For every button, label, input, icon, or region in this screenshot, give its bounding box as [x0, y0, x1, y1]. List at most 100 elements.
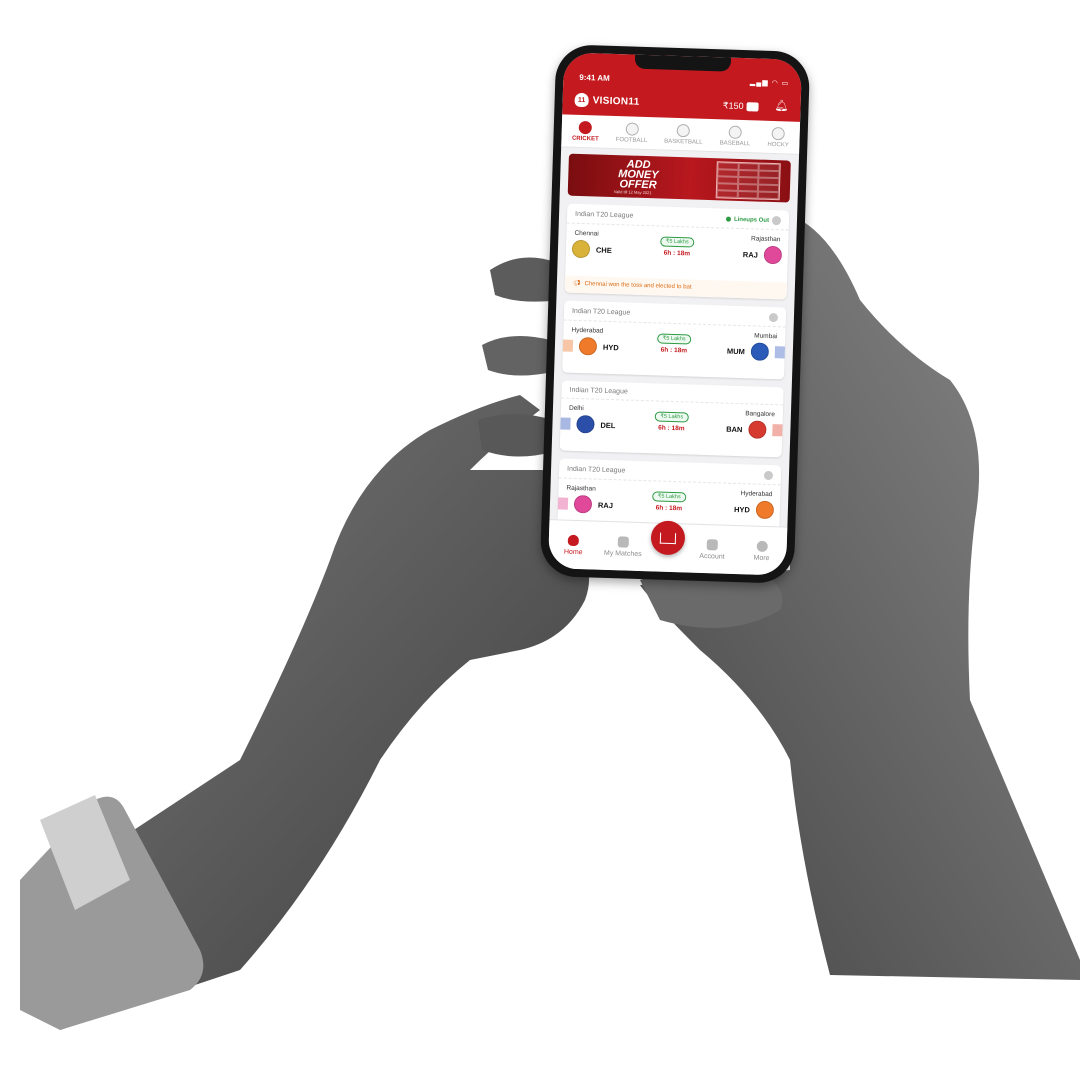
home-team-name: Delhi [568, 404, 584, 413]
match-card-body: Delhi DEL ₹5 Lakhs 6h : 18m Bangalore BA… [560, 398, 784, 457]
megaphone-icon: 📢︎ [572, 280, 581, 288]
banner-subtitle: Valid till 12 May 2021 [613, 189, 652, 196]
home-team: Hyderabad HYD [562, 326, 642, 357]
podium-icon [659, 532, 677, 544]
home-team: Chennai CHE [566, 230, 645, 260]
team-badge-icon [573, 494, 593, 514]
home-team-code: DEL [600, 420, 616, 430]
home-team: Rajasthan RAJ [557, 484, 637, 514]
away-team-code: RAJ [742, 249, 759, 260]
wallet-icon [746, 102, 759, 112]
nav-label: My Matches [603, 549, 642, 558]
status-time: 9:41 AM [579, 72, 610, 83]
banner-offer-table [715, 161, 781, 201]
match-card[interactable]: Indian T20 League Delhi DEL ₹5 Lakhs 6h … [559, 380, 784, 458]
basketball-icon [677, 123, 691, 137]
nav-label: Account [699, 552, 725, 561]
wallet-balance: ₹150 [722, 100, 744, 112]
match-card[interactable]: Indian T20 League Hyderabad HYD ₹5 Lakhs [562, 300, 787, 380]
away-team: Bangalore BAN [704, 409, 783, 439]
tab-baseball[interactable]: BASEBALL [720, 125, 751, 147]
app-logo[interactable]: 11 VISION11 [574, 92, 640, 109]
match-center: ₹5 Lakhs 6h : 18m [654, 407, 690, 432]
away-team-code: MUM [726, 346, 745, 356]
nav-account[interactable]: Account [690, 538, 735, 560]
away-team-name: Hyderabad [740, 490, 773, 499]
nav-label: Home [563, 548, 583, 556]
team-badge-icon [755, 500, 775, 520]
home-icon [567, 534, 580, 546]
match-card[interactable]: Indian T20 League Lineups Out Chennai CH… [564, 203, 790, 300]
league-name: Indian T20 League [566, 465, 626, 475]
notify-icon[interactable] [771, 216, 782, 226]
home-team-code: HYD [602, 342, 619, 352]
baseball-icon [728, 125, 743, 139]
match-timer: 6h : 18m [655, 504, 683, 513]
promo-banner[interactable]: ADD MONEY OFFER Valid till 12 May 2021 [567, 153, 791, 203]
tab-basketball[interactable]: BASKETBALL [664, 123, 703, 145]
match-timer: 6h : 18m [660, 346, 688, 355]
cricket-ball-icon [579, 120, 593, 134]
team-badge-icon [576, 414, 595, 434]
lineups-dot-icon [725, 216, 732, 222]
nav-label: More [753, 554, 770, 562]
team-stripe [562, 339, 574, 352]
match-center: ₹5 Lakhs 6h : 18m [651, 487, 687, 512]
notify-icon[interactable] [768, 312, 779, 323]
match-card-body: Chennai CHE ₹5 Lakhs 6h : 18m Rajasthan [565, 224, 789, 283]
match-center: ₹5 Lakhs 6h : 18m [659, 232, 695, 257]
home-team-name: Hyderabad [571, 326, 604, 335]
away-team: Hyderabad HYD [702, 489, 781, 520]
league-name: Indian T20 League [574, 210, 634, 220]
status-icons: ▂▄▆ ◠ ▭ [749, 79, 790, 88]
nav-my-matches[interactable]: My Matches [601, 535, 646, 558]
team-badge-icon [763, 245, 783, 265]
user-icon [706, 538, 719, 550]
away-team: Rajasthan RAJ [710, 234, 789, 265]
logo-icon: 11 [574, 92, 589, 108]
more-icon [756, 540, 768, 552]
bottom-nav: Home My Matches Account More [547, 519, 788, 576]
prize-pool: ₹5 Lakhs [656, 333, 692, 345]
match-list: ADD MONEY OFFER Valid till 12 May 2021 I… [549, 147, 799, 538]
match-timer: 6h : 18m [658, 424, 685, 433]
league-name: Indian T20 League [569, 386, 628, 396]
notify-icon[interactable] [763, 470, 774, 481]
team-stripe [557, 497, 569, 510]
match-timer: 6h : 18m [663, 249, 691, 258]
football-icon [625, 121, 639, 136]
prize-pool: ₹5 Lakhs [651, 491, 687, 503]
home-team-code: CHE [595, 244, 612, 255]
tab-label: BASKETBALL [664, 138, 703, 146]
tab-label: FOOTBALL [615, 136, 648, 144]
banner-title: ADD MONEY OFFER [618, 158, 659, 192]
team-badge-icon [750, 342, 770, 361]
phone-screen: 9:41 AM ▂▄▆ ◠ ▭ 11 VISION11 ₹150 🔔︎ CRIC… [547, 52, 803, 576]
home-team: Delhi DEL [560, 404, 639, 434]
trophy-icon [617, 535, 629, 548]
bell-icon[interactable]: 🔔︎ [774, 99, 788, 112]
lineups-status: Lineups Out [733, 216, 770, 224]
tab-football[interactable]: FOOTBALL [615, 121, 648, 144]
tab-cricket[interactable]: CRICKET [572, 120, 599, 142]
away-team-name: Mumbai [754, 332, 778, 341]
prize-pool: ₹5 Lakhs [654, 411, 690, 423]
tab-label: BASEBALL [719, 139, 751, 147]
away-team-code: BAN [726, 424, 743, 434]
team-stripe [774, 346, 786, 359]
team-stripe [560, 417, 571, 430]
prize-pool: ₹5 Lakhs [659, 236, 695, 248]
home-team-name: Chennai [574, 229, 599, 238]
away-team-name: Bangalore [745, 410, 775, 419]
wallet-button[interactable]: ₹150 [723, 100, 759, 112]
nav-more[interactable]: More [739, 540, 784, 562]
brand-name: VISION11 [592, 94, 640, 108]
home-team-name: Rajasthan [566, 484, 596, 493]
nav-leaderboard-button[interactable] [650, 520, 686, 556]
tab-hockey[interactable]: HOCKY [767, 126, 789, 148]
team-badge-icon [571, 239, 591, 259]
toss-text: Chennai won the toss and elected to bat [584, 280, 692, 291]
team-badge-icon [748, 420, 767, 439]
nav-home[interactable]: Home [551, 534, 596, 556]
league-name: Indian T20 League [571, 307, 631, 317]
